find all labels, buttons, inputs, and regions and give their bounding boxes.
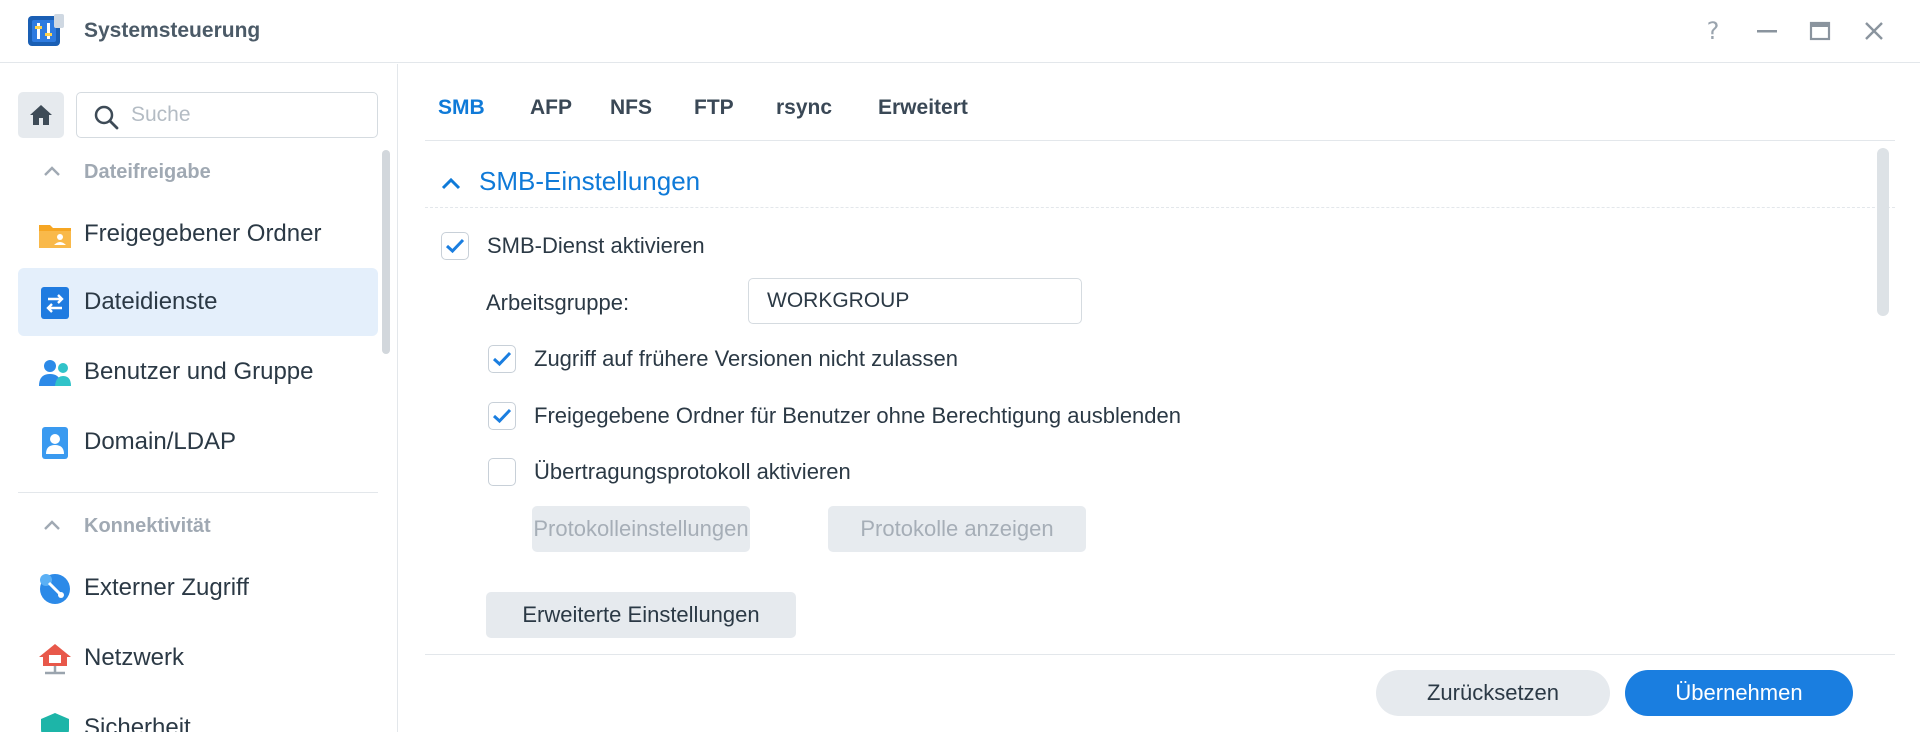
title-bar: Systemsteuerung ? [0, 0, 1920, 63]
sidebar-item-label: Domain/LDAP [84, 428, 237, 455]
log-settings-button[interactable]: Protokolleinstellungen [532, 506, 750, 552]
checkmark-icon [492, 408, 512, 424]
main-scrollbar[interactable] [1877, 148, 1889, 316]
section-header-file-sharing[interactable]: Dateifreigabe [0, 152, 380, 192]
sidebar-item-label: Benutzer und Gruppe [84, 358, 314, 385]
search-box [76, 92, 378, 138]
reset-button[interactable]: Zurücksetzen [1376, 670, 1610, 716]
apply-button[interactable]: Übernehmen [1625, 670, 1853, 716]
section-title: SMB-Einstellungen [479, 166, 701, 196]
sidebar-item-label: Freigegebener Ordner [84, 220, 322, 247]
chevron-up-icon [44, 166, 60, 176]
checkmark-icon [492, 351, 512, 367]
option-row: Übertragungsprotokoll aktivieren [488, 456, 851, 488]
tab-afp[interactable]: AFP [530, 96, 572, 120]
search-input[interactable] [131, 93, 371, 137]
disable-previous-versions-checkbox[interactable] [488, 345, 516, 373]
close-icon [1865, 22, 1883, 40]
domain-ldap-icon [42, 427, 68, 459]
tab-nfs[interactable]: NFS [610, 96, 652, 120]
section-header-connectivity[interactable]: Konnektivität [0, 506, 380, 546]
shared-folder-icon [39, 225, 71, 248]
option-label: Zugriff auf frühere Versionen nicht zula… [534, 346, 958, 371]
search-icon [94, 105, 119, 130]
tab-smb[interactable]: SMB [438, 96, 485, 120]
enable-smb-row: SMB-Dienst aktivieren [441, 230, 705, 262]
home-icon [30, 105, 52, 125]
chevron-up-icon [441, 177, 461, 190]
tab-rsync[interactable]: rsync [776, 96, 832, 120]
sidebar-item-file-services[interactable]: Dateidienste [18, 268, 378, 336]
control-panel-app-icon [28, 14, 66, 48]
option-label: Übertragungsprotokoll aktivieren [534, 459, 851, 484]
sidebar-item-network[interactable]: Netzwerk [18, 624, 378, 692]
advanced-settings-button[interactable]: Erweiterte Einstellungen [486, 592, 796, 638]
security-icon [41, 713, 69, 732]
sidebar-item-label: Dateidienste [84, 288, 218, 315]
users-icon [39, 360, 71, 386]
enable-transfer-log-checkbox[interactable] [488, 458, 516, 486]
sidebar-item-domain-ldap[interactable]: Domain/LDAP [18, 408, 378, 476]
file-services-icon [41, 287, 69, 319]
minimize-icon [1757, 30, 1777, 33]
sidebar: Dateifreigabe Freigegebener Ordner Datei… [0, 64, 398, 732]
tab-advanced[interactable]: Erweitert [878, 96, 968, 120]
main-content: SMB AFP NFS FTP rsync Erweitert SMB-Eins… [399, 64, 1920, 732]
help-button[interactable]: ? [1696, 14, 1730, 48]
help-icon: ? [1706, 17, 1720, 45]
tab-ftp[interactable]: FTP [694, 96, 734, 120]
maximize-button[interactable] [1803, 14, 1837, 48]
option-row: Zugriff auf frühere Versionen nicht zula… [488, 343, 958, 375]
sidebar-item-label: Externer Zugriff [84, 574, 249, 601]
sidebar-item-shared-folder[interactable]: Freigegebener Ordner [18, 200, 378, 268]
network-icon [39, 644, 71, 675]
home-button[interactable] [18, 92, 64, 138]
option-label: Freigegebene Ordner für Benutzer ohne Be… [534, 403, 1182, 428]
sidebar-divider [18, 492, 378, 493]
close-button[interactable] [1857, 14, 1891, 48]
view-logs-button[interactable]: Protokolle anzeigen [828, 506, 1086, 552]
section-title: Konnektivität [84, 515, 211, 537]
section-divider [425, 207, 1895, 208]
window-title: Systemsteuerung [84, 19, 261, 42]
sidebar-item-users[interactable]: Benutzer und Gruppe [18, 338, 378, 406]
tab-bar: SMB AFP NFS FTP rsync Erweitert [425, 64, 1895, 141]
enable-smb-checkbox[interactable] [441, 232, 469, 260]
checkmark-icon [445, 238, 465, 254]
enable-smb-label: SMB-Dienst aktivieren [487, 233, 705, 258]
minimize-button[interactable] [1750, 14, 1784, 48]
footer-divider [425, 654, 1895, 655]
sidebar-item-security[interactable]: Sicherheit [18, 694, 378, 732]
sidebar-item-label: Sicherheit [84, 714, 191, 732]
workgroup-label: Arbeitsgruppe: [486, 290, 630, 315]
sidebar-item-label: Netzwerk [84, 644, 185, 671]
sidebar-item-external-access[interactable]: Externer Zugriff [18, 554, 378, 622]
maximize-icon [1809, 21, 1831, 41]
option-row: Freigegebene Ordner für Benutzer ohne Be… [488, 400, 1181, 432]
sidebar-scrollbar[interactable] [382, 150, 390, 354]
external-access-icon [40, 574, 70, 604]
workgroup-input[interactable] [748, 278, 1082, 324]
section-title: Dateifreigabe [84, 161, 211, 183]
hide-unauthorized-folders-checkbox[interactable] [488, 402, 516, 430]
chevron-up-icon [44, 520, 60, 530]
